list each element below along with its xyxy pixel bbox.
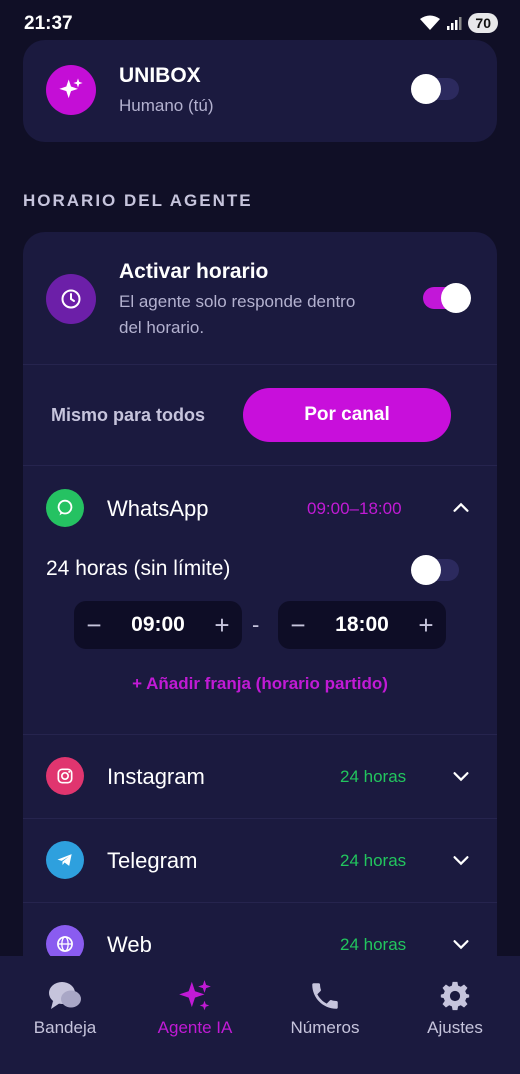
add-slot-link[interactable]: + Añadir franja (horario partido) — [23, 674, 497, 694]
status-icons: 70 — [420, 13, 498, 33]
nav-label: Ajustes — [427, 1018, 483, 1037]
nav-label: Números — [290, 1018, 360, 1037]
same-for-all-option[interactable]: Mismo para todos — [23, 388, 233, 442]
chevron-up-icon[interactable] — [450, 497, 472, 519]
channel-name-web[interactable]: Web — [107, 932, 152, 958]
nav-item-agente-ia[interactable]: Agente IA — [130, 956, 260, 1056]
all-day-toggle[interactable] — [411, 555, 459, 585]
unibox-subtitle: Humano (tú) — [119, 96, 214, 115]
schedule-title: Activar horario — [119, 260, 269, 283]
channel-name-whatsapp[interactable]: WhatsApp — [107, 496, 209, 522]
channel-time-telegram: 24 horas — [340, 851, 407, 870]
channel-time-whatsapp: 09:00–18:00 — [307, 499, 402, 518]
unibox-card: UNIBOX Humano (tú) — [23, 40, 497, 142]
chat-bubbles-icon — [49, 982, 81, 1009]
channel-time-web: 24 horas — [340, 935, 407, 954]
start-time-value: 09:00 — [131, 613, 185, 636]
phone-icon — [312, 983, 338, 1009]
sparkles-icon — [179, 980, 211, 1011]
unibox-toggle[interactable] — [411, 74, 459, 104]
chevron-down-icon[interactable] — [450, 933, 472, 955]
channel-name-instagram[interactable]: Instagram — [107, 764, 205, 790]
sparkles-icon — [59, 78, 83, 99]
channel-name-telegram[interactable]: Telegram — [107, 848, 197, 874]
battery-indicator: 70 — [468, 13, 498, 33]
signal-icon — [447, 17, 462, 30]
nav-item-numeros[interactable]: Números — [260, 956, 390, 1056]
status-time: 21:37 — [24, 13, 73, 34]
end-time-value: 18:00 — [335, 613, 389, 636]
decrement-button[interactable]: − — [278, 601, 318, 649]
section-label-schedule: HORARIO DEL AGENTE — [23, 191, 253, 210]
time-separator: - — [252, 612, 260, 637]
schedule-avatar — [46, 274, 96, 324]
schedule-description-line2: del horario. — [119, 318, 205, 337]
increment-button[interactable]: + — [202, 601, 242, 649]
nav-label: Agente IA — [157, 1018, 233, 1037]
telegram-icon — [46, 841, 84, 879]
nav-item-ajustes[interactable]: Ajustes — [390, 956, 520, 1056]
divider — [23, 364, 497, 365]
unibox-title: UNIBOX — [119, 64, 201, 87]
increment-button[interactable]: + — [406, 601, 446, 649]
nav-item-bandeja[interactable]: Bandeja — [0, 956, 130, 1056]
unibox-avatar — [46, 65, 96, 115]
all-day-label: 24 horas (sin límite) — [46, 557, 231, 580]
divider — [23, 465, 497, 466]
decrement-button[interactable]: − — [74, 601, 114, 649]
bottom-nav: Bandeja Agente IA Números Ajustes — [0, 956, 520, 1074]
divider — [23, 818, 497, 819]
per-channel-option[interactable]: Por canal — [243, 388, 451, 442]
channel-time-instagram: 24 horas — [340, 767, 407, 786]
divider — [23, 734, 497, 735]
end-time-stepper: − 18:00 + — [278, 601, 446, 649]
nav-label: Bandeja — [33, 1018, 97, 1037]
instagram-icon — [46, 757, 84, 795]
chevron-down-icon[interactable] — [450, 849, 472, 871]
gear-icon — [440, 981, 470, 1011]
wifi-icon — [420, 15, 441, 30]
whatsapp-icon — [46, 489, 84, 527]
chevron-down-icon[interactable] — [450, 765, 472, 787]
clock-icon — [61, 289, 81, 309]
divider — [23, 902, 497, 903]
schedule-description-line1: El agente solo responde dentro — [119, 292, 356, 311]
schedule-toggle[interactable] — [423, 283, 471, 313]
start-time-stepper: − 09:00 + — [74, 601, 242, 649]
